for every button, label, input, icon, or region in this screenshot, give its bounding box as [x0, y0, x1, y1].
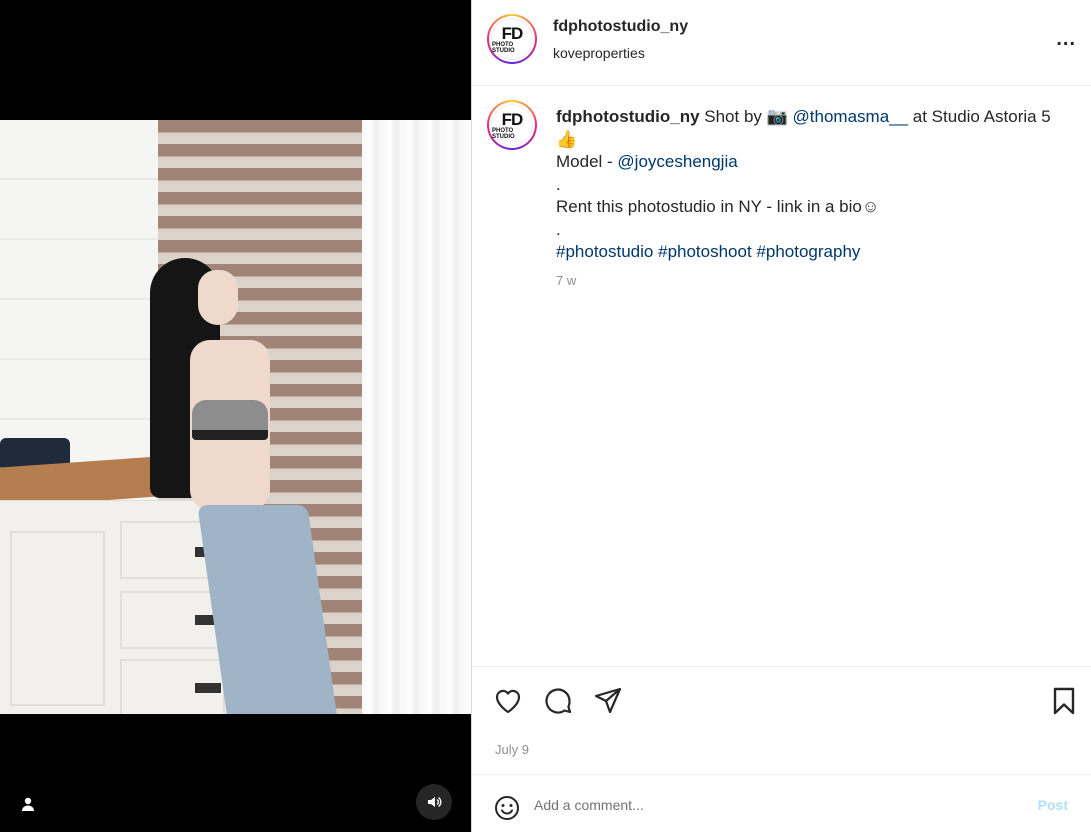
caption-time-ago[interactable]: 7 w: [556, 270, 1076, 293]
post-date[interactable]: July 9: [495, 742, 529, 757]
avatar[interactable]: FD PHOTO STUDIO: [487, 14, 537, 64]
comment-input[interactable]: [534, 793, 1014, 817]
post-header: FD PHOTO STUDIO fdphotostudio_ny kovepro…: [472, 0, 1091, 86]
caption-dot: .: [556, 174, 561, 194]
comment-bar: Post: [472, 774, 1091, 832]
mention-photographer[interactable]: @thomasma__: [793, 107, 909, 126]
caption-model-label: Model -: [556, 152, 618, 171]
hashtag-photostudio[interactable]: #photostudio: [556, 242, 653, 261]
more-options-button[interactable]: ...: [1056, 28, 1076, 51]
caption-avatar[interactable]: FD PHOTO STUDIO: [487, 100, 537, 150]
thumbs-up-icon: 👍: [556, 129, 578, 149]
caption-text-studio: at Studio Astoria 5: [908, 107, 1051, 126]
caption-avatar-logo-sub: PHOTO STUDIO: [492, 127, 515, 140]
caption-username[interactable]: fdphotostudio_ny: [556, 107, 700, 126]
post-media[interactable]: [0, 0, 471, 832]
emoji-icon[interactable]: [494, 795, 520, 821]
speaker-icon: [428, 796, 442, 808]
bookmark-icon[interactable]: [1048, 685, 1080, 717]
comment-icon[interactable]: [542, 685, 574, 717]
user-tag-button[interactable]: [12, 788, 44, 820]
person-icon: [22, 797, 34, 811]
mention-model[interactable]: @joyceshengjia: [617, 152, 737, 171]
post-sidebar: FD PHOTO STUDIO fdphotostudio_ny kovepro…: [471, 0, 1091, 832]
avatar-logo-main: FD: [501, 23, 524, 43]
paper-plane-icon[interactable]: [592, 685, 624, 717]
caption-rent-text: Rent this photostudio in NY - link in a …: [556, 197, 880, 216]
caption-dot: .: [556, 219, 561, 239]
post-location[interactable]: koveproperties: [553, 45, 645, 61]
photo-model-face: [198, 270, 238, 325]
avatar-logo-sub: PHOTO STUDIO: [492, 41, 515, 54]
hashtag-photoshoot[interactable]: #photoshoot: [658, 242, 752, 261]
photo-model-top: [192, 400, 268, 440]
hashtag-photography[interactable]: #photography: [756, 242, 860, 261]
photo-cabinet: [0, 500, 230, 714]
post-comment-button[interactable]: Post: [1038, 797, 1068, 813]
caption-text-shot: Shot by 📷: [704, 107, 793, 126]
post-photo[interactable]: [0, 120, 471, 714]
post-username[interactable]: fdphotostudio_ny: [553, 18, 688, 36]
photo-curtain: [362, 120, 471, 714]
sound-toggle-button[interactable]: [416, 784, 452, 820]
caption-body: fdphotostudio_ny Shot by 📷 @thomasma__ a…: [556, 106, 1076, 292]
heart-icon[interactable]: [492, 685, 524, 717]
caption-avatar-logo-main: FD: [501, 109, 524, 129]
post-actions: July 9: [472, 666, 1091, 774]
